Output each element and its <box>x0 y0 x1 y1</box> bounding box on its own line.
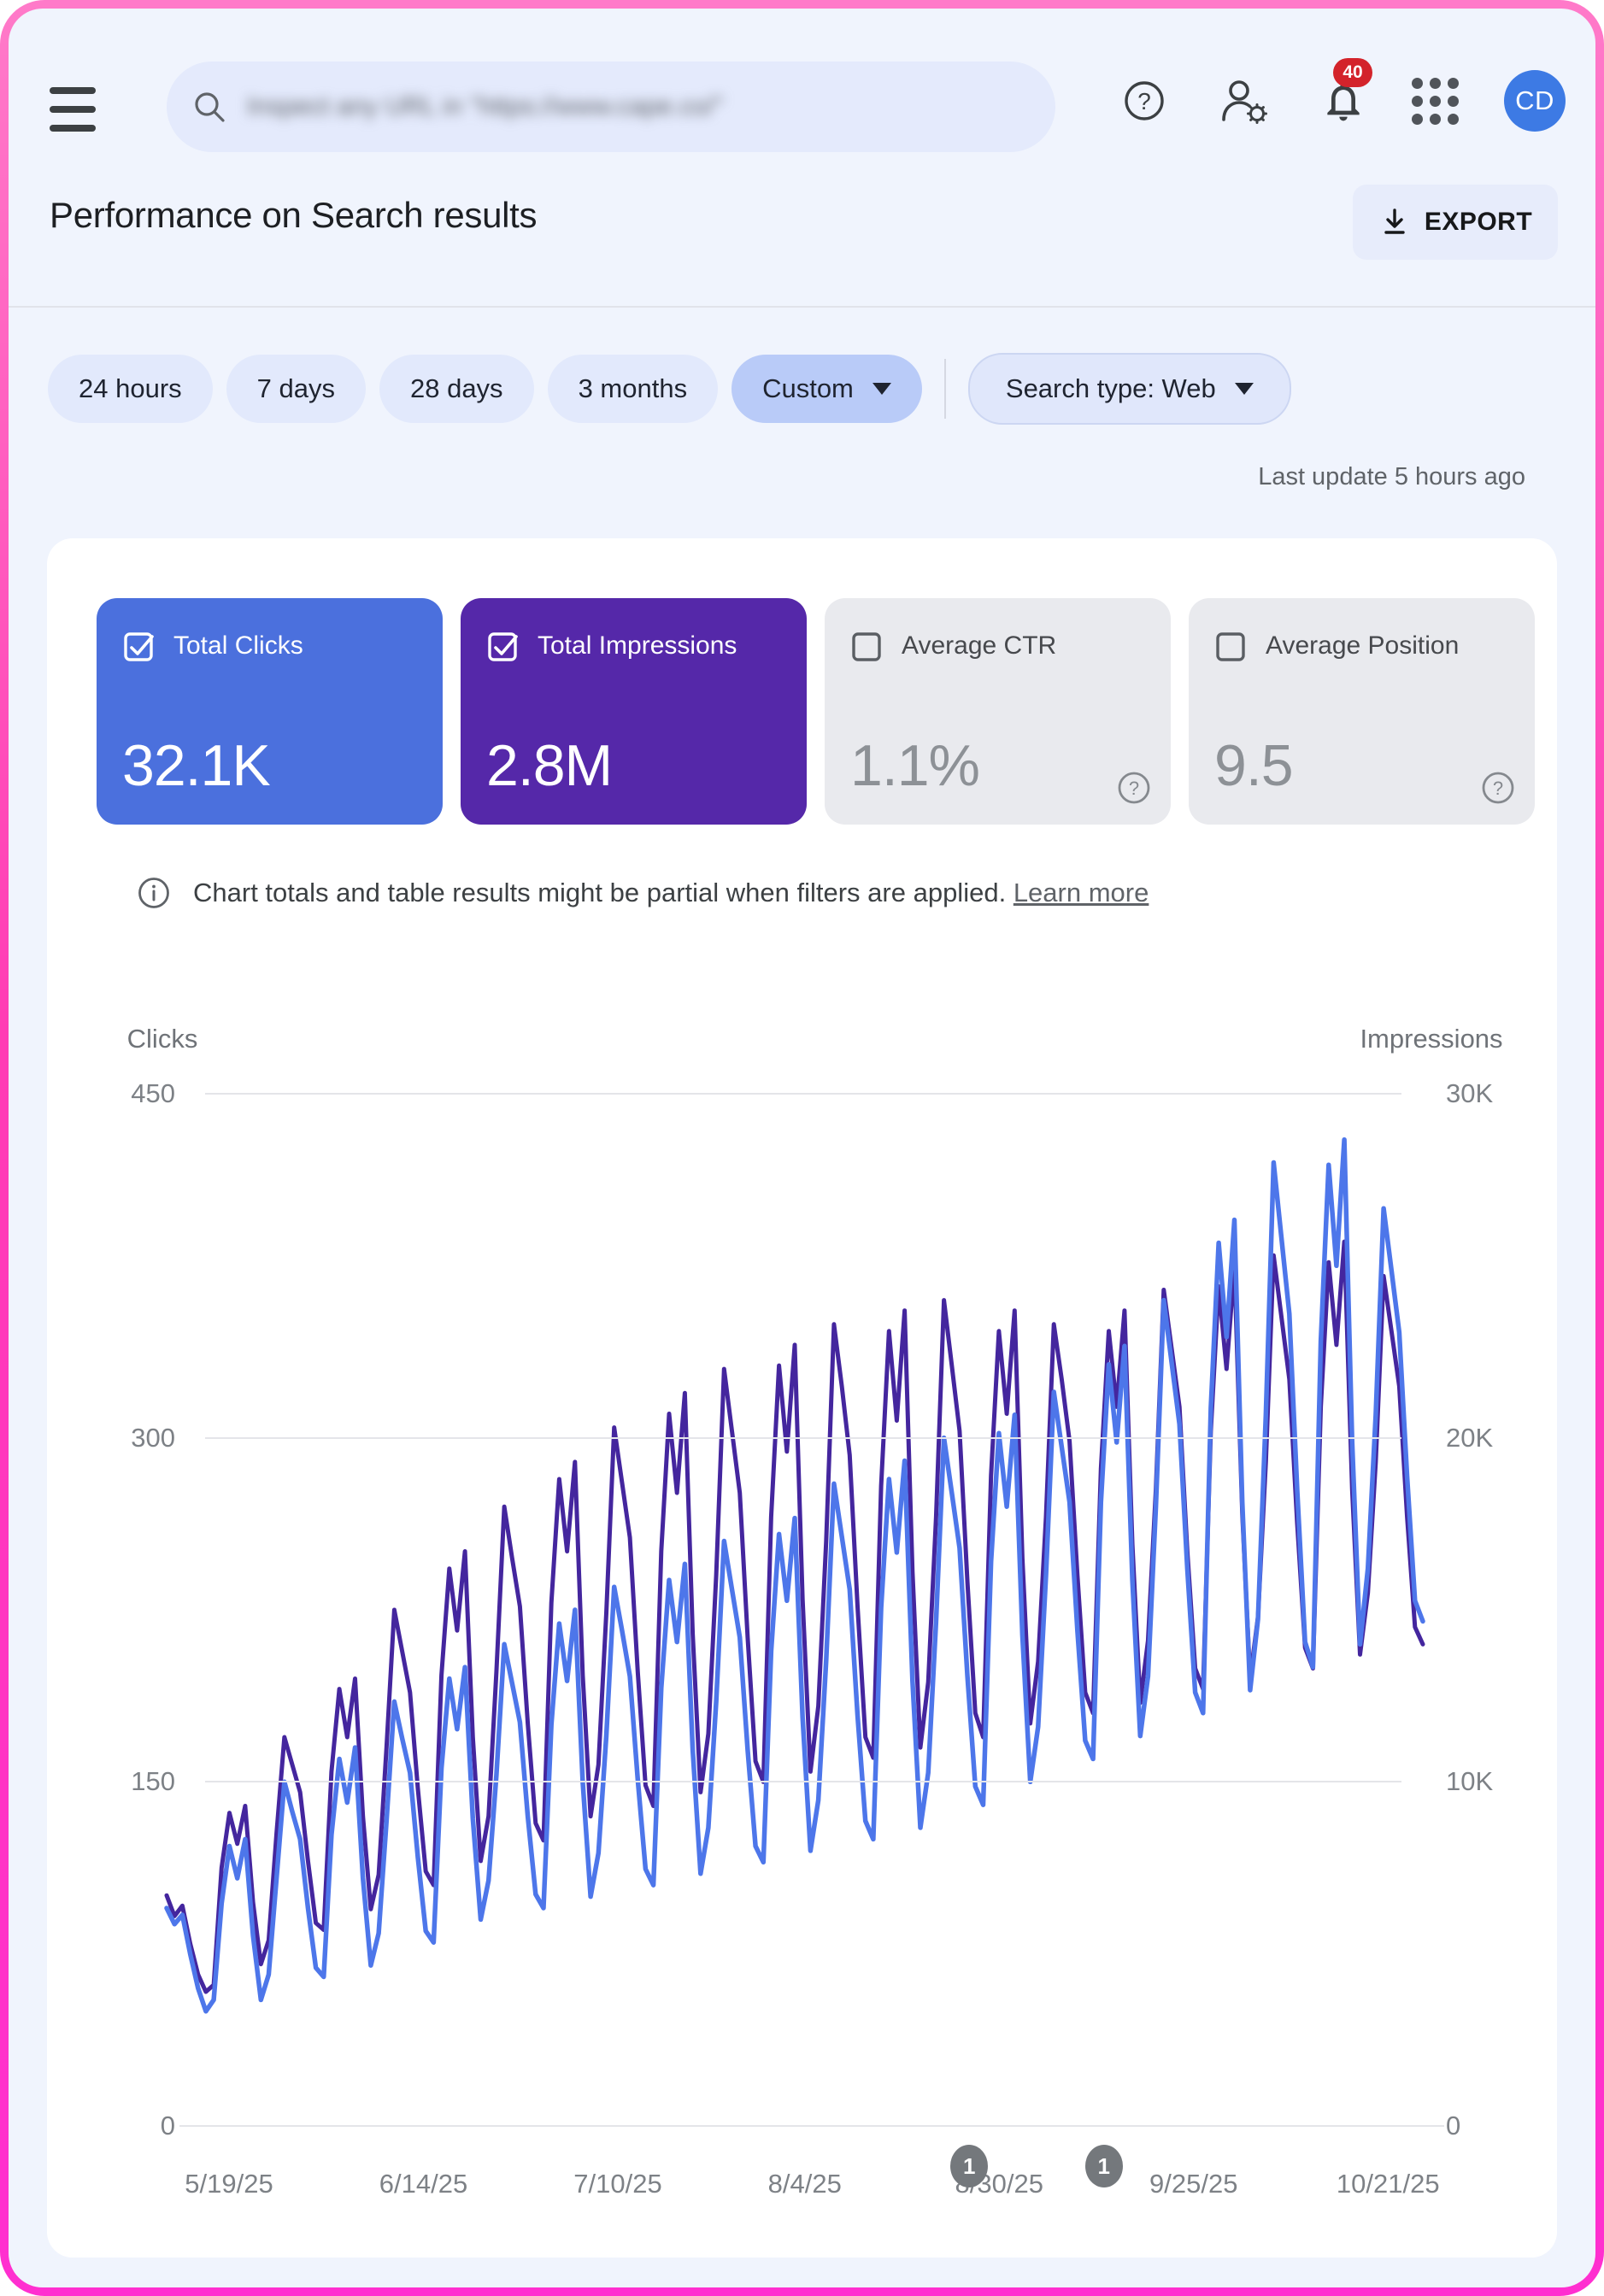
url-inspect-search-input[interactable]: Inspect any URL in "https://www.cape.co/… <box>167 62 1055 152</box>
screenshot-stage: Inspect any URL in "https://www.cape.co/… <box>0 0 1604 2296</box>
filter-chip-row: 24 hours 7 days 28 days 3 months Custom … <box>48 353 1305 425</box>
search-type-dropdown[interactable]: Search type: Web <box>967 353 1291 425</box>
export-button[interactable]: EXPORT <box>1353 185 1558 260</box>
performance-chart[interactable]: Clicks Impressions 450 30K 300 20K 150 10K 0 0 5… <box>47 538 1557 2258</box>
apps-grid-icon[interactable] <box>1406 72 1464 130</box>
chart-plot-area[interactable] <box>164 1094 1425 2126</box>
chip-24-hours[interactable]: 24 hours <box>48 355 213 423</box>
header-divider <box>9 306 1595 308</box>
chip-custom-date-range[interactable]: Custom <box>731 355 922 423</box>
search-icon <box>195 92 225 122</box>
right-axis-tick: 20K <box>1446 1422 1494 1453</box>
left-axis-tick: 300 <box>131 1422 175 1453</box>
left-axis-tick: 150 <box>131 1766 175 1797</box>
screen-recording-frame: Inspect any URL in "https://www.cape.co/… <box>0 0 1604 2296</box>
user-settings-icon[interactable] <box>1215 72 1273 130</box>
svg-text:?: ? <box>1137 88 1151 115</box>
right-axis-title: Impressions <box>1360 1024 1503 1054</box>
chip-custom-label: Custom <box>762 373 854 403</box>
chip-3-months[interactable]: 3 months <box>547 355 719 423</box>
left-axis-tick: 450 <box>131 1078 175 1108</box>
left-axis-tick: 0 <box>160 2111 175 2140</box>
chevron-down-icon <box>872 383 891 395</box>
avatar[interactable]: CD <box>1504 70 1566 132</box>
x-axis-tick: 8/4/25 <box>767 2169 842 2199</box>
x-axis-tick: 10/21/25 <box>1336 2169 1440 2199</box>
gridline <box>205 1093 1401 1095</box>
x-axis-tick: 5/19/25 <box>185 2169 273 2199</box>
x-axis-tick: 6/14/25 <box>379 2169 468 2199</box>
chip-divider <box>943 359 946 419</box>
gridline <box>205 1781 1401 1783</box>
performance-card: Total Clicks 32.1K Total Impressions 2.8… <box>47 538 1557 2258</box>
x-axis-tick: 9/25/25 <box>1149 2169 1238 2199</box>
gridline <box>205 1436 1401 1439</box>
chip-7-days[interactable]: 7 days <box>226 355 366 423</box>
help-icon[interactable]: ? <box>1115 72 1173 130</box>
last-update-text: Last update 5 hours ago <box>1258 463 1525 490</box>
app-surface: Inspect any URL in "https://www.cape.co/… <box>9 9 1595 2287</box>
left-axis-title: Clicks <box>126 1024 198 1054</box>
right-axis-tick: 10K <box>1446 1766 1494 1797</box>
clicks-line-series <box>164 1136 1425 2014</box>
chevron-down-icon <box>1234 383 1254 395</box>
hamburger-menu-icon[interactable] <box>50 87 96 132</box>
search-type-label: Search type: Web <box>1005 373 1216 403</box>
notification-count-badge: 40 <box>1333 58 1372 87</box>
right-axis-tick: 30K <box>1446 1078 1494 1108</box>
download-icon <box>1384 208 1405 234</box>
gear-icon <box>1247 103 1267 124</box>
search-placeholder: Inspect any URL in "https://www.cape.co/… <box>247 92 724 120</box>
x-axis-tick: 7/10/25 <box>573 2169 662 2199</box>
notifications-bell-icon[interactable]: 40 <box>1314 58 1372 130</box>
right-axis-tick: 0 <box>1446 2111 1461 2140</box>
chip-28-days[interactable]: 28 days <box>379 355 534 423</box>
page-title: Performance on Search results <box>50 195 538 235</box>
gridline <box>179 2125 1444 2127</box>
annotation-marker[interactable]: 1 <box>1084 2145 1123 2187</box>
annotation-marker[interactable]: 1 <box>950 2145 989 2187</box>
impressions-line-series <box>164 1239 1425 1994</box>
export-button-label: EXPORT <box>1424 208 1533 236</box>
